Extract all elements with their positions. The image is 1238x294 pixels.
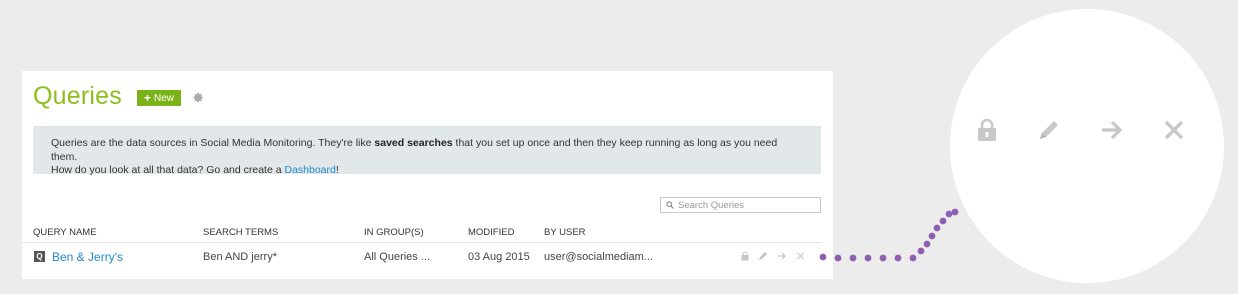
- connector-dot: [933, 224, 941, 232]
- connector-dot: [928, 232, 936, 240]
- connector-dot: [909, 254, 917, 262]
- callout-connector: [819, 208, 959, 262]
- connector-dot: [849, 254, 857, 262]
- connector-dot: [923, 240, 931, 248]
- connector-dot: [879, 254, 887, 262]
- connector-dot: [864, 254, 872, 262]
- connector-dot: [917, 247, 925, 255]
- connector-dot: [894, 254, 902, 262]
- connector-dot: [819, 253, 827, 261]
- connector-dot: [834, 254, 842, 262]
- connector-dot: [951, 208, 959, 216]
- connector-dot: [945, 210, 953, 218]
- connector-dot: [939, 217, 947, 225]
